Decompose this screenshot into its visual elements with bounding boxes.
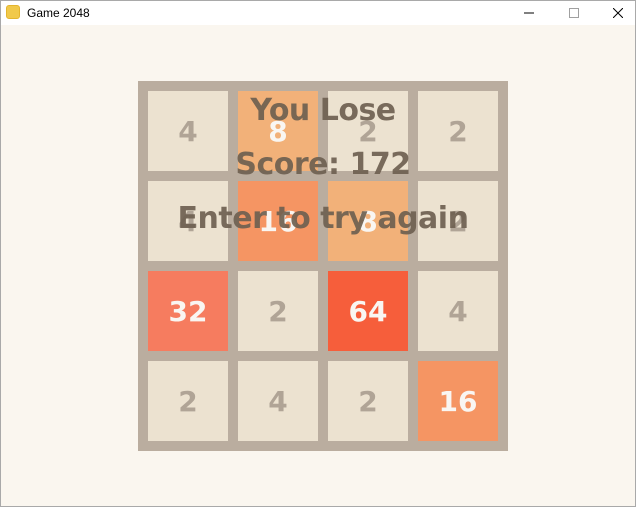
minimize-button[interactable]: [507, 1, 551, 25]
tile: 16: [418, 361, 498, 441]
tile: 2: [238, 271, 318, 351]
minimize-icon: [524, 12, 534, 14]
tile: 4: [148, 91, 228, 171]
tile: 64: [328, 271, 408, 351]
tile: 16: [238, 181, 318, 261]
tile: 2: [328, 91, 408, 171]
close-icon: [613, 8, 623, 18]
window-title: Game 2048: [27, 6, 90, 20]
tile: 2: [418, 91, 498, 171]
tile: 32: [148, 271, 228, 351]
game-board: 4 8 2 2 4 16 8 2 32 2 64 4 2 4 2 16: [138, 81, 508, 451]
tile: 2: [328, 361, 408, 441]
tile: 8: [328, 181, 408, 261]
close-button[interactable]: [596, 1, 636, 25]
tile: 2: [148, 361, 228, 441]
maximize-icon: [569, 8, 579, 18]
tile: 4: [418, 271, 498, 351]
game-area[interactable]: 4 8 2 2 4 16 8 2 32 2 64 4 2 4 2 16 You Lose Score: 172…: [1, 25, 635, 506]
app-window: Game 2048 4 8 2 2 4 16 8 2 32 2 64 4 2 4 2 16 You Lose …: [0, 0, 636, 507]
tile: 2: [418, 181, 498, 261]
tile: 8: [238, 91, 318, 171]
title-bar[interactable]: Game 2048: [1, 1, 635, 25]
maximize-button[interactable]: [552, 1, 596, 25]
tile: 4: [148, 181, 228, 261]
tile: 4: [238, 361, 318, 441]
game-2048-icon: [6, 5, 20, 19]
